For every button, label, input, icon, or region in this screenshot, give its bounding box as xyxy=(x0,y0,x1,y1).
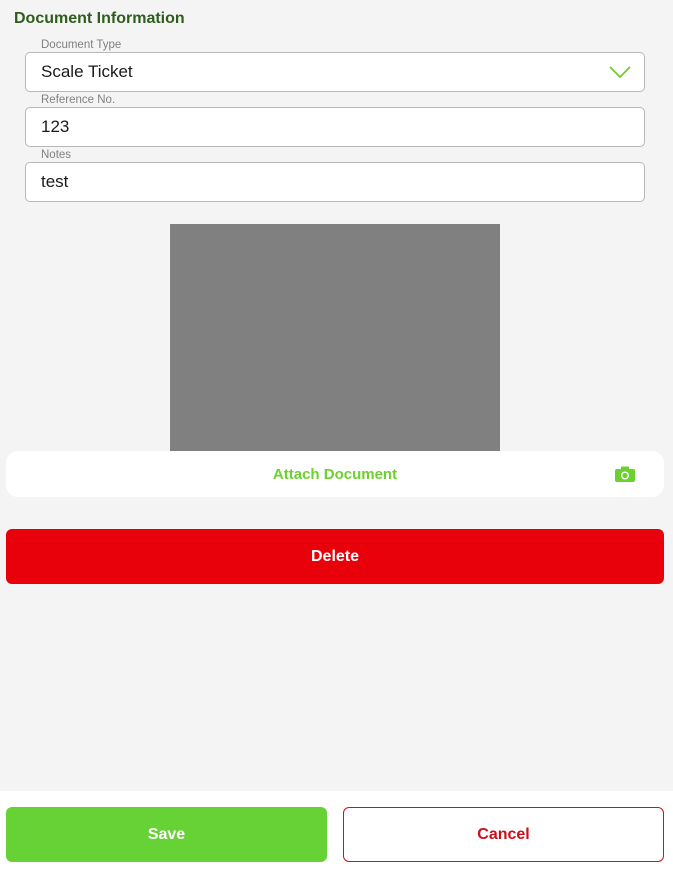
cancel-button[interactable]: Cancel xyxy=(343,807,664,862)
reference-no-value: 123 xyxy=(41,117,70,136)
document-type-value: Scale Ticket xyxy=(41,62,133,81)
document-type-select[interactable]: Scale Ticket xyxy=(25,52,645,92)
chevron-down-icon xyxy=(609,66,631,79)
document-form-screen: Document Information Document Type Scale… xyxy=(0,0,673,871)
attach-document-button[interactable]: Attach Document xyxy=(6,451,664,497)
reference-no-label: Reference No. xyxy=(41,94,116,106)
document-type-label: Document Type xyxy=(41,39,122,51)
document-preview-image[interactable] xyxy=(170,224,500,452)
footer-actions: Save Cancel xyxy=(0,791,673,871)
camera-icon xyxy=(615,466,635,482)
delete-button[interactable]: Delete xyxy=(6,529,664,584)
save-button[interactable]: Save xyxy=(6,807,327,862)
notes-field[interactable]: test xyxy=(25,162,645,202)
reference-no-field[interactable]: 123 xyxy=(25,107,645,147)
section-title: Document Information xyxy=(14,10,185,27)
notes-label: Notes xyxy=(41,149,72,161)
notes-value: test xyxy=(41,172,69,191)
attach-document-label: Attach Document xyxy=(272,465,398,483)
